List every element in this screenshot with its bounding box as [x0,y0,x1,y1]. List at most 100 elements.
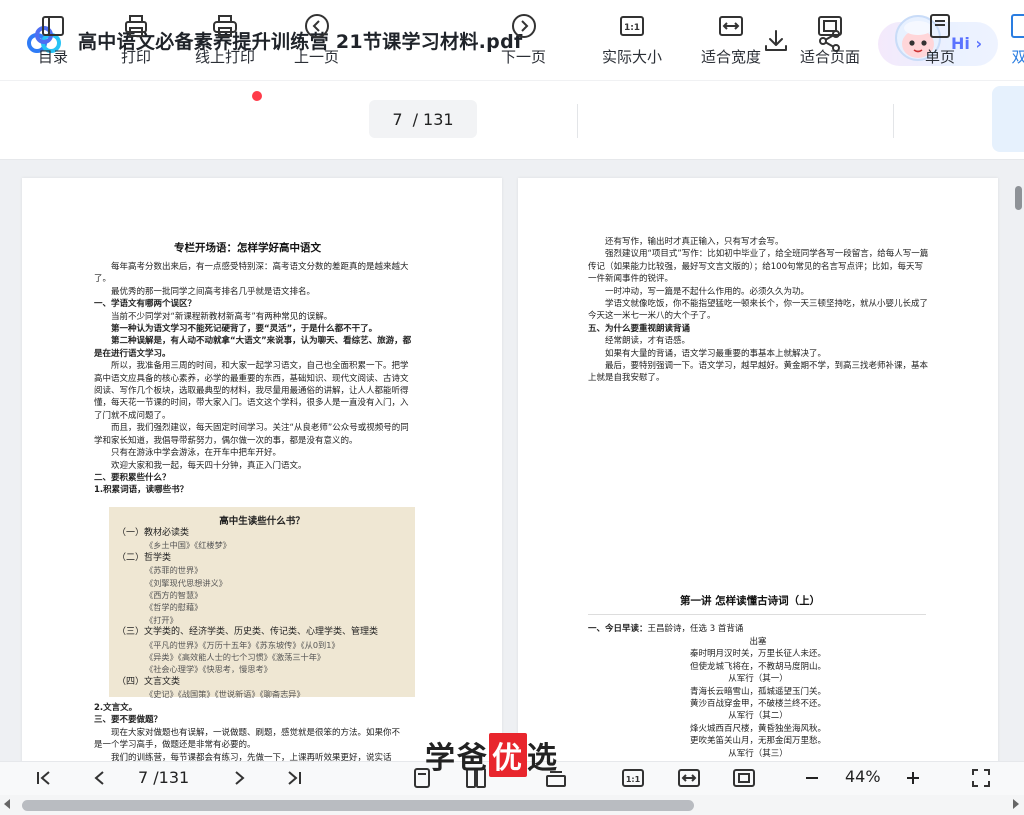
poem-line: 黄沙百战穿金甲，不破楼兰终不还。 [689,699,826,710]
zoom-out-icon[interactable] [800,766,824,790]
left-page-body-after: 2.文言文。 三、要不要做题？ 现在大家对做题也有误解，一说做题、刷题，感觉就是很笨… [94,702,400,761]
zoom-in-icon[interactable] [901,766,925,790]
next-page-button[interactable]: 下一页 [501,12,546,72]
horizontal-scrollbar-thumb[interactable] [22,800,694,811]
prev-page-button[interactable]: 上一页 [294,12,339,72]
text-line: 学和家长知道，我倡导带薪努力，偶尔做一次的事，都是没有意义的。 [94,435,358,446]
printer-icon [122,12,150,40]
toc-icon [39,12,67,40]
toolbar [0,80,1024,160]
last-page-icon[interactable] [282,766,306,790]
text-line: 所以，我准备用三周的时间，和大家一起学习语文，自己也全面积累一下。把学 [111,361,409,372]
text-line: 一件新闻事件的锐评。 [588,274,674,285]
book-title-item: 《异类》《高效能人士的七个习惯》《激荡三十年》 [145,652,326,663]
book-category: （三）文学类的、经济学类、历史类、传记类、心理学类、管理类 [117,627,379,638]
arrow-right-circle-icon [510,12,538,40]
current-page[interactable]: 7 [392,110,402,129]
svg-text:1:1: 1:1 [626,775,641,784]
arrow-left-circle-icon [303,12,331,40]
book-title-item: 《西方的智慧》 [145,590,203,601]
poem-line: 出塞 [749,637,767,647]
watermark-logo: 学爸优选 [425,733,559,777]
online-print-button[interactable]: 线上打印 [195,12,255,72]
next-page-label: 下一页 [501,48,547,66]
text-line: 每年高考分数出来后，有一点感受特别深：高考语文分数的差距真的是越来越大 [111,262,409,272]
text-line: 当前不少同学对“新课程新教材新高考”有两种常见的误解。 [111,311,333,322]
text-line: 了门就不成问题了。 [94,410,171,421]
reading-list-title: 高中生读些什么书？ [219,516,305,527]
vertical-scrollbar-thumb[interactable] [1015,186,1022,210]
toolbar-divider [577,104,578,138]
poem-line: 秦时明月汉时关，万里长征人未还。 [689,649,826,660]
book-title-item: 《社会心理学》《快思考，慢思考》 [145,664,272,675]
zoom-level[interactable]: 44% [845,767,881,786]
fit-width-icon [717,12,745,40]
scroll-right-arrow-icon[interactable] [1013,799,1019,809]
text-line: 上就是自我安慰了。 [588,373,665,384]
actual-size-icon[interactable]: 1:1 [621,766,645,790]
fit-width-icon[interactable] [677,766,701,790]
pdf-page-right: 还有写作，输出时才真正输入，只有写才会写。 强烈建议用“项目式”写作：比如初中毕业… [518,178,998,761]
text-line: 一时冲动，写一篇是不起什么作用的。必须久久为功。 [605,286,810,297]
single-page-button[interactable]: 单页 [925,12,955,72]
page-heading: 专栏开场语：怎样学好高中语文 [174,242,321,254]
notification-dot [252,91,262,101]
book-title-item: 《哲学的慰藉》 [145,602,203,613]
bottom-current-page[interactable]: 7 [138,768,148,787]
text-line: 2.文言文。 [94,703,138,713]
double-page-button-content[interactable]: 双 [1005,12,1024,72]
double-page-label: 双 [1011,48,1024,66]
fit-page-icon[interactable] [732,766,756,790]
document-viewer[interactable]: 专栏开场语：怎样学好高中语文 每年高考分数出来后，有一点感受特别深：高考语文分数… [0,161,1024,761]
left-page-body: 每年高考分数出来后，有一点感受特别深：高考语文分数的差距真的是越来越大 了。 最优秀… [94,261,411,497]
toc-button[interactable]: 目录 [38,12,68,72]
toc-label: 目录 [38,48,69,66]
text-line: 阅读、写作几个板块，选取最典型的材料，我尽量用最通俗的讲解，让人人都能听得 [94,386,409,397]
next-page-icon[interactable] [227,766,251,790]
poem-line: 从军行（其一） [728,674,788,685]
text-line: 一、学语文有哪两个误区？ [94,299,197,310]
text-line: 懂，每天花一节课的时间，带大家入门。语文这个学科，很多人是一直没有入门，入 [94,398,409,409]
divider [588,614,926,615]
fit-page-button[interactable]: 适合页面 [800,12,860,72]
reading-list: （一）教材必读类 《乡土中国》《红楼梦》 （二）哲学类 《苏菲的世界》 《刘擎现代思想讲… [117,527,378,701]
text-line: 第二种误解是，有人动不动就拿“大语文”来说事，认为聊天、看综艺、旅游，都 [111,336,412,347]
double-page-button[interactable] [992,86,1024,152]
today-reading-label: 一、今日早读： [588,624,648,634]
book-title-item: 《乡土中国》《红楼梦》 [145,540,231,551]
assistant-label[interactable]: Hi › [951,34,982,53]
book-title-item: 《刘擎现代思想讲义》 [145,577,227,588]
poem-line: 烽火城西百尺楼，黄昏独坐海风秋。 [689,723,826,734]
print-button[interactable]: 打印 [121,12,151,72]
download-icon[interactable] [761,26,791,56]
text-line: 了。 [94,274,112,285]
single-page-label: 单页 [925,48,956,66]
lesson-title: 第一讲 怎样读懂古诗词（上） [680,595,821,607]
actual-size-icon: 1:1 [618,12,646,40]
text-line: 1.积累词语，读哪些书？ [94,485,189,496]
right-page-body: 还有写作，输出时才真正输入，只有写才会写。 强烈建议用“项目式”写作：比如初中毕业… [588,236,928,385]
scroll-left-arrow-icon[interactable] [4,799,10,809]
text-line: 学语文就像吃饭，你不能指望猛吃一顿来长个，你一天三顿坚持吃，就从小婴儿长成了 [605,299,929,310]
fit-width-label: 适合宽度 [701,48,762,66]
book-category: （一）教材必读类 [117,528,190,538]
horizontal-scrollbar[interactable] [0,795,1024,815]
fit-width-button[interactable]: 适合宽度 [701,12,761,72]
today-reading-text: 王昌龄诗，任选 3 首背诵 [647,624,744,634]
text-line: 而且，我们强烈建议，每天固定时间学习。关注“从良老师”公众号或视频号的同 [111,423,409,434]
text-line: 是一个学习高手，做题还是非常有必要的。 [94,740,256,751]
text-line: 我们的训练营，每节课都会有练习，先做一下，上课再听效果更好，说实话 [111,752,392,761]
prev-page-icon[interactable] [88,766,112,790]
pdf-page-left: 专栏开场语：怎样学好高中语文 每年高考分数出来后，有一点感受特别深：高考语文分数… [22,178,502,761]
actual-size-label: 实际大小 [602,48,663,66]
bottom-page-indicator[interactable]: 7 /131 [138,768,189,787]
first-page-icon[interactable] [32,766,56,790]
page-number-input[interactable]: 7 / 131 [369,100,477,138]
single-page-icon [926,12,954,40]
poem-line: 从军行（其三） [728,748,788,759]
fullscreen-icon[interactable] [969,766,993,790]
book-title-item: 《苏菲的世界》 [145,565,203,576]
prev-page-label: 上一页 [294,48,340,66]
text-line: 经常朗读，才有语感。 [605,336,691,347]
actual-size-button[interactable]: 1:1 实际大小 [602,12,662,72]
